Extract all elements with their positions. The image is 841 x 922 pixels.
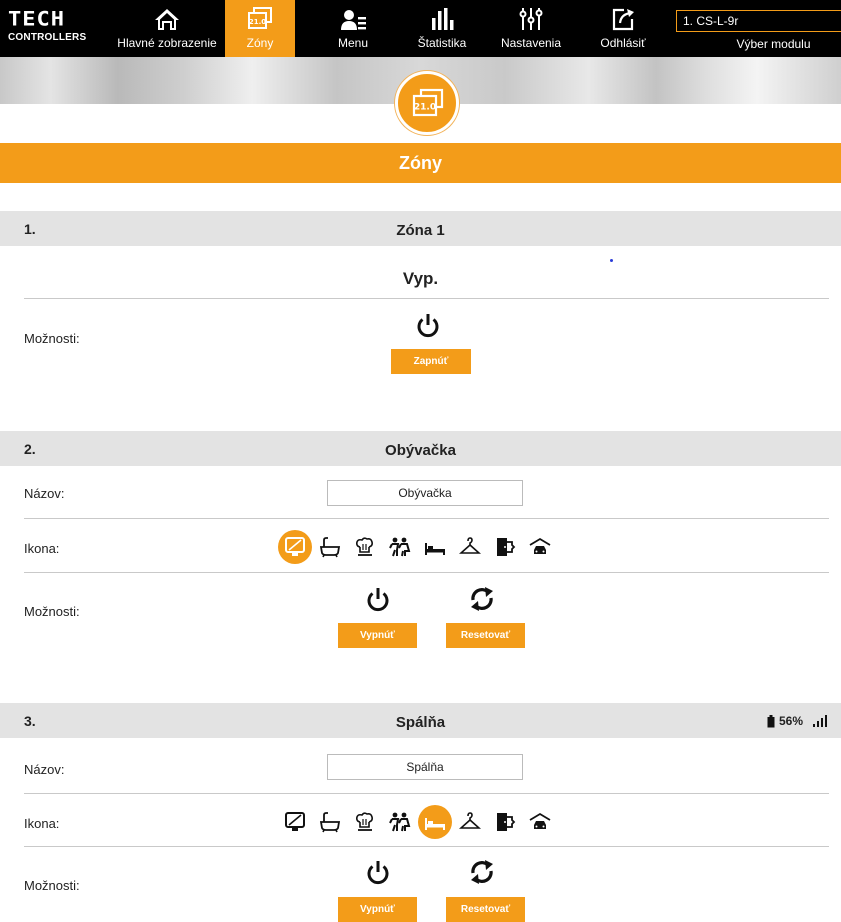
garage-icon[interactable] [523,530,557,564]
module-select[interactable]: 1. CS-L-9r [676,10,841,32]
divider [24,846,829,847]
name-label: Názov: [24,762,65,777]
nav-settings-label: Nastavenia [500,36,562,50]
zone-1-header: 1. Zóna 1 [0,211,841,246]
home-icon [155,9,179,30]
page-title: Zóny [0,143,841,183]
hanger-icon[interactable] [453,805,487,839]
battery-icon [767,714,775,727]
reset-icon[interactable] [468,585,496,613]
divider [24,518,829,519]
nav-zones-label: Zóny [246,36,274,50]
bathtub-icon[interactable] [313,805,347,839]
logo-text: TECH [8,8,65,31]
tv-icon[interactable] [278,805,312,839]
door-icon[interactable] [488,530,522,564]
nav-home-label: Hlavné zobrazenie [117,36,217,50]
zone-2-reset-button[interactable]: Resetovať [446,623,525,648]
children-icon[interactable] [383,530,417,564]
nav-settings[interactable]: Nastavenia [490,0,572,57]
zones-badge-icon: 21.0 [412,88,444,117]
zone-3-power-off-button[interactable]: Vypnúť [338,897,417,922]
zone-3-icon-picker [278,804,558,840]
reset-icon[interactable] [468,858,496,886]
bar-chart-icon [432,8,454,30]
kitchen-icon[interactable] [348,805,382,839]
kitchen-icon[interactable] [348,530,382,564]
zone-2-power-off-button[interactable]: Vypnúť [338,623,417,648]
zone-2-header: 2. Obývačka [0,431,841,466]
nav-zones[interactable]: 21.0 Zóny [225,0,295,57]
nav-logout[interactable]: Odhlásiť [580,0,666,57]
nav-statistics[interactable]: Štatistika [404,0,480,57]
zone-name: Obývačka [385,442,456,459]
zone-3-name-input[interactable] [327,754,523,780]
badge-value: 21.0 [414,103,436,113]
tv-icon[interactable] [278,530,312,564]
nav-home[interactable]: Hlavné zobrazenie [112,0,222,57]
icon-label: Ikona: [24,816,60,831]
options-label: Možnosti: [24,331,80,346]
signal-icon [813,715,827,727]
hanger-icon[interactable] [453,530,487,564]
logout-icon [612,8,634,31]
power-icon[interactable] [364,585,392,613]
menu-user-icon [341,10,366,30]
garage-icon[interactable] [523,805,557,839]
divider [24,572,829,573]
sliders-icon [519,8,543,30]
top-navigation-bar: TECH CONTROLLERS Hlavné zobrazenie 21.0 … [0,0,841,57]
zone-3-header: 3. Spálňa 56% [0,703,841,738]
divider [24,793,829,794]
options-label: Možnosti: [24,604,80,619]
power-icon[interactable] [364,858,392,886]
bed-icon[interactable] [418,530,452,564]
indicator-dot [610,259,613,262]
nav-logout-label: Odhlásiť [600,36,646,50]
nav-statistics-label: Štatistika [417,36,467,50]
icon-label: Ikona: [24,541,60,556]
divider [24,298,829,299]
zones-badge: 21.0 [395,71,459,135]
nav-menu-label: Menu [337,36,369,50]
door-icon[interactable] [488,805,522,839]
zone-1-state: Vyp. [402,269,439,288]
bed-icon[interactable] [418,805,452,839]
module-select-value: 1. CS-L-9r [683,14,739,28]
zone-name: Zóna 1 [396,222,445,239]
module-select-label[interactable]: Výber modulu [676,37,841,51]
svg-text:21.0: 21.0 [249,18,266,26]
zone-1-power-on-button[interactable]: Zapnúť [391,349,471,374]
zones-icon: 21.0 [248,7,272,29]
zone-2-name-input[interactable] [327,480,523,506]
logo-subtext: CONTROLLERS [8,32,87,43]
zone-3-reset-button[interactable]: Resetovať [446,897,525,922]
zone-3-status: 56% [767,714,827,728]
children-icon[interactable] [383,805,417,839]
name-label: Názov: [24,486,65,501]
zone-name: Spálňa [395,714,446,731]
bathtub-icon[interactable] [313,530,347,564]
power-icon[interactable] [414,311,442,339]
tech-controllers-logo[interactable]: TECH CONTROLLERS [8,8,100,48]
nav-menu[interactable]: Menu [318,0,388,57]
zone-2-icon-picker [278,529,558,565]
battery-level: 56% [778,714,803,728]
options-label: Možnosti: [24,878,80,893]
